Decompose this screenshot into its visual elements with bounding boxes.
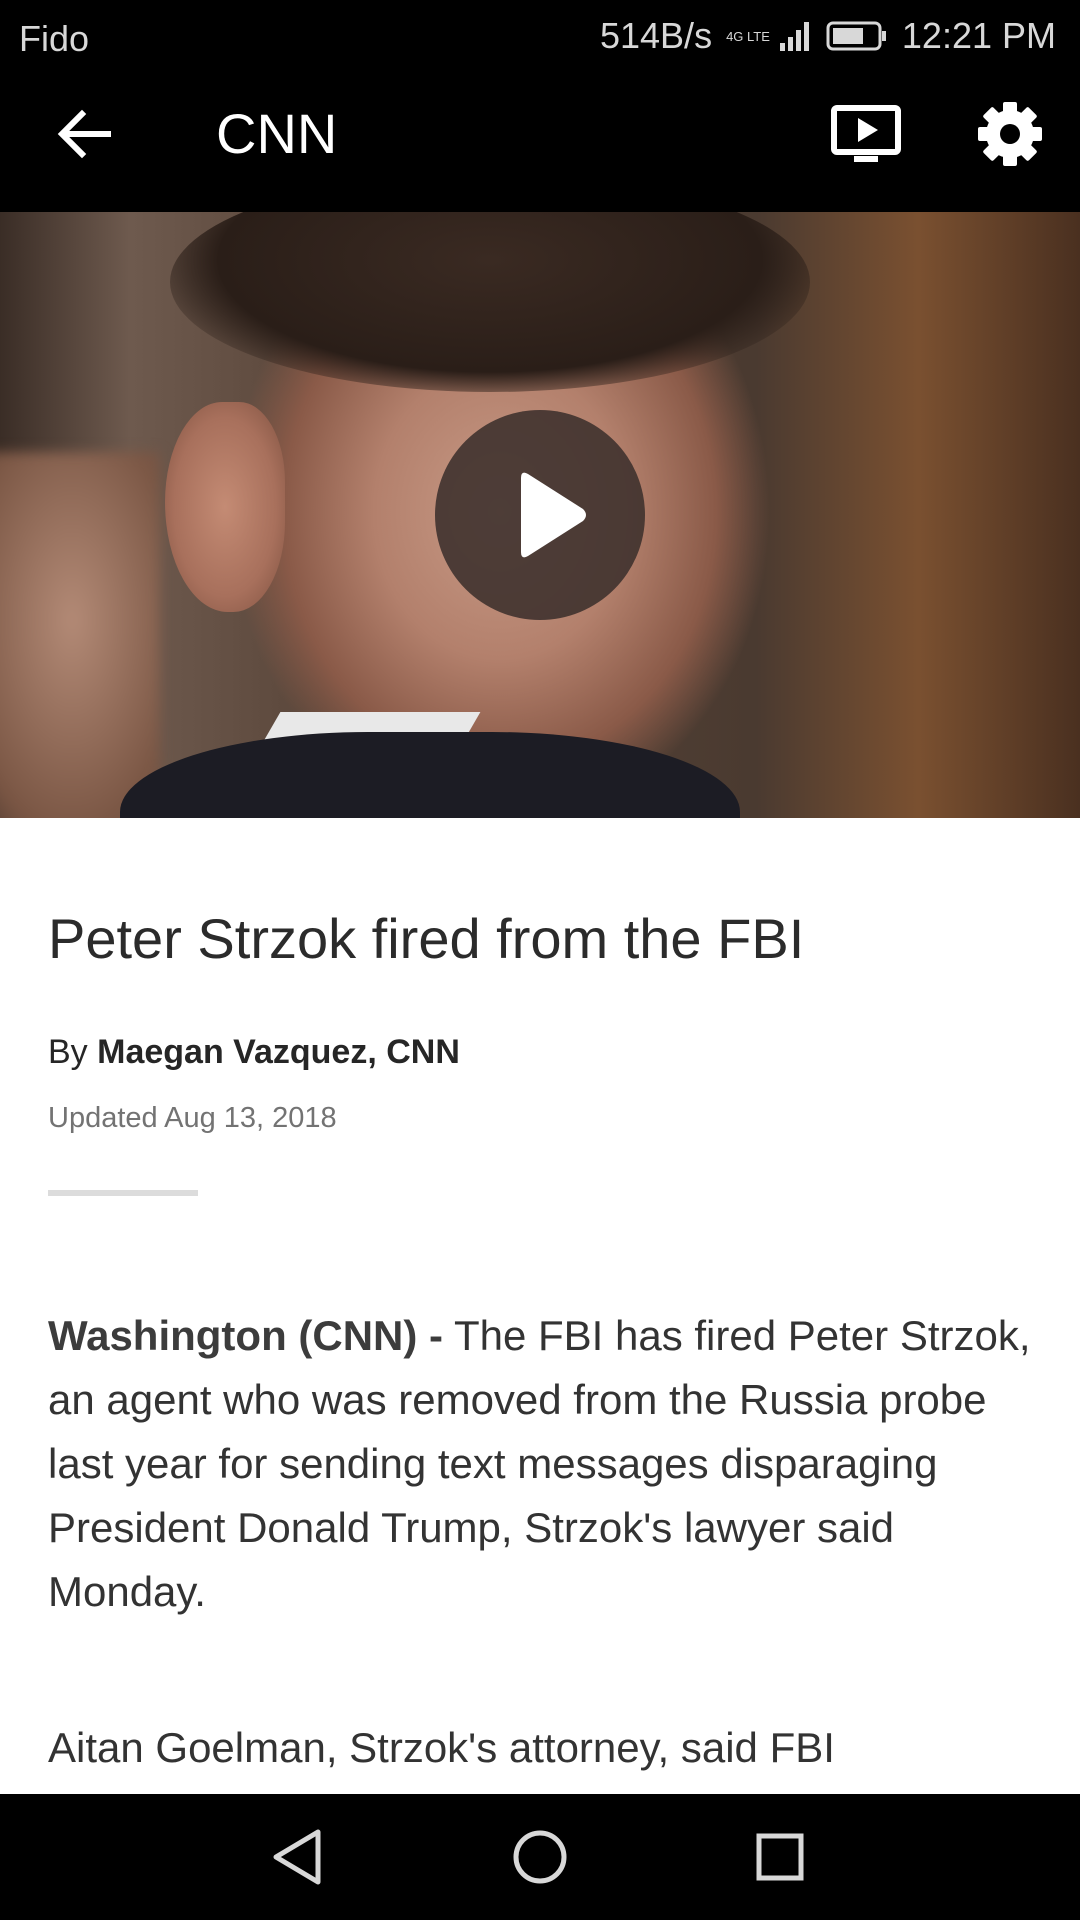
cast-tv-icon[interactable] [828,96,904,172]
carrier-name: Fido [19,18,90,59]
network-type: 4G LTE [726,30,770,43]
battery-icon [826,21,886,51]
byline: By Maegan Vazquez, CNN [48,1033,460,1072]
status-bar: Fido 514B/s 4G LTE 12:21 PM [0,0,1080,74]
hair-shape [170,212,810,392]
app-bar: CNN [0,74,1080,212]
divider [48,1190,198,1196]
suit-shape [120,732,740,818]
updated-date: Updated Aug 13, 2018 [48,1102,337,1134]
back-arrow-icon[interactable] [52,102,116,166]
article-paragraph: Aitan Goelman, Strzok's attorney, said F… [48,1724,835,1771]
dateline: Washington (CNN) - [48,1312,444,1359]
signal-icon [779,22,809,51]
home-circle-icon[interactable] [505,1822,575,1892]
app-title: CNN [216,102,338,165]
ear-shape [165,402,285,612]
video-thumbnail[interactable] [0,212,1080,818]
article: Peter Strzok fired from the FBI By Maega… [0,818,1080,1794]
network-speed: 514B/s [599,15,713,56]
byline-author[interactable]: Maegan Vazquez, CNN [97,1033,460,1071]
back-triangle-icon[interactable] [264,1822,334,1892]
settings-gear-icon[interactable] [972,96,1048,172]
background-person [0,452,160,818]
status-right: 514B/s 4G LTE 12:21 PM [599,15,1056,56]
byline-prefix: By [48,1033,88,1071]
clock: 12:21 PM [901,15,1056,56]
network-type-label: 4G LTE [726,28,770,44]
play-icon [521,472,586,558]
system-nav-bar [0,1794,1080,1920]
play-button[interactable] [435,410,645,620]
recents-square-icon[interactable] [745,1822,815,1892]
article-paragraph: Washington (CNN) - The FBI has fired Pet… [48,1304,1038,1624]
article-headline: Peter Strzok fired from the FBI [48,907,805,970]
